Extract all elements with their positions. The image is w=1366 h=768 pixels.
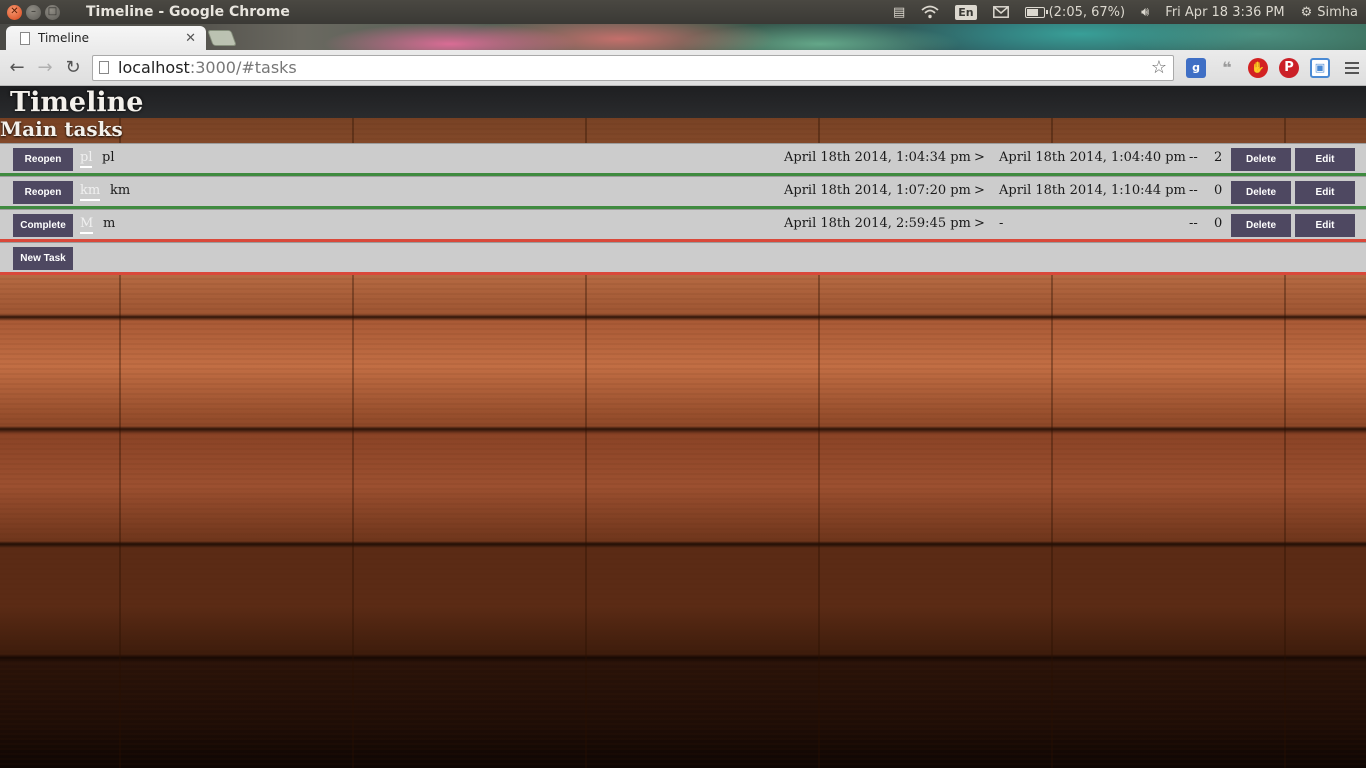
task-start-time: April 18th 2014, 2:59:45 pm — [784, 216, 971, 231]
page-content: Timeline Main tasks Reopen pl pl April 1… — [0, 86, 1366, 768]
task-start-time: April 18th 2014, 1:07:20 pm — [784, 183, 971, 198]
clock[interactable]: Fri Apr 18 3:36 PM — [1157, 0, 1292, 24]
task-count: 0 — [1214, 216, 1223, 231]
task-separator: -- — [1189, 150, 1198, 165]
task-row: Reopen km km April 18th 2014, 1:07:20 pm… — [0, 176, 1366, 209]
cast-extension-icon[interactable]: ▣ — [1310, 57, 1330, 78]
reopen-button[interactable]: Reopen — [13, 148, 73, 171]
app-title: Timeline — [10, 87, 144, 118]
star-icon[interactable]: ☆ — [1151, 57, 1167, 78]
delete-button[interactable]: Delete — [1231, 148, 1291, 171]
tab-strip: Timeline ✕ — [0, 24, 1366, 50]
task-arrow: > — [974, 216, 985, 231]
arrow-right-icon: → — [37, 57, 53, 78]
adblock-icon[interactable]: ✋ — [1248, 57, 1268, 78]
task-count: 0 — [1214, 183, 1223, 198]
delete-button[interactable]: Delete — [1231, 181, 1291, 204]
back-button[interactable]: ← — [6, 57, 28, 79]
wifi-icon[interactable] — [913, 0, 947, 24]
os-top-bar: ✕ – □ Timeline - Google Chrome ▤ En (2:0… — [0, 0, 1366, 24]
window-minimize-button[interactable]: – — [26, 4, 41, 20]
task-name: pl — [102, 150, 115, 165]
battery-indicator[interactable]: (2:05, 67%) — [1017, 0, 1134, 24]
hamburger-icon[interactable] — [1345, 61, 1359, 74]
battery-icon — [1024, 6, 1048, 18]
clipboard-icon[interactable]: ▤ — [885, 0, 913, 24]
task-name: m — [103, 216, 116, 231]
new-tab-button[interactable] — [207, 30, 237, 46]
battery-level-fill — [1026, 8, 1038, 16]
task-start-time: April 18th 2014, 1:04:34 pm — [784, 150, 971, 165]
complete-button[interactable]: Complete — [13, 214, 73, 237]
task-name: km — [110, 183, 131, 198]
task-arrow: > — [974, 150, 985, 165]
url-host: localhost — [118, 58, 190, 77]
task-separator: -- — [1189, 183, 1198, 198]
window-controls: ✕ – □ — [7, 4, 60, 20]
window-title: Timeline - Google Chrome — [86, 4, 290, 20]
browser-toolbar: ← → ↻ localhost:3000/#tasks ☆ g ❝ ✋ P ▣ — [0, 50, 1366, 86]
task-arrow: > — [974, 183, 985, 198]
new-task-row: New Task — [0, 242, 1366, 275]
keyboard-layout-indicator[interactable]: En — [947, 0, 984, 24]
keyboard-layout-label: En — [955, 4, 977, 20]
user-menu[interactable]: ⚙ Simha — [1293, 0, 1366, 24]
tab-timeline[interactable]: Timeline ✕ — [6, 26, 206, 50]
section-title: Main tasks — [0, 117, 123, 141]
tab-close-icon[interactable]: ✕ — [185, 31, 196, 46]
pinterest-icon[interactable]: P — [1279, 57, 1299, 78]
battery-text: (2:05, 67%) — [1048, 4, 1126, 20]
task-count: 2 — [1214, 150, 1223, 165]
google-extension-icon[interactable]: g — [1186, 57, 1206, 78]
user-name: Simha — [1317, 4, 1358, 20]
new-task-button[interactable]: New Task — [13, 247, 73, 270]
page-icon — [20, 31, 30, 45]
arrow-left-icon: ← — [9, 57, 25, 78]
task-end-time: - — [999, 216, 1004, 231]
task-short-label: M — [80, 216, 94, 234]
page-icon — [99, 61, 109, 74]
edit-button[interactable]: Edit — [1295, 214, 1355, 237]
reopen-button[interactable]: Reopen — [13, 181, 73, 204]
task-row: Complete M m April 18th 2014, 2:59:45 pm… — [0, 209, 1366, 242]
delete-button[interactable]: Delete — [1231, 214, 1291, 237]
address-bar[interactable]: localhost:3000/#tasks ☆ — [92, 54, 1174, 81]
edit-button[interactable]: Edit — [1295, 181, 1355, 204]
task-end-time: April 18th 2014, 1:10:44 pm — [999, 183, 1186, 198]
window-close-button[interactable]: ✕ — [7, 4, 22, 20]
extension-icons: g ❝ ✋ P ▣ — [1186, 57, 1359, 78]
url-path: :3000/#tasks — [189, 58, 297, 77]
volume-icon[interactable]: 🔊︎ — [1133, 0, 1157, 24]
gear-icon: ⚙ — [1300, 4, 1313, 20]
forward-button[interactable]: → — [34, 57, 56, 79]
task-short-label: pl — [80, 150, 93, 168]
app-header: Timeline — [0, 86, 1366, 118]
reload-icon: ↻ — [65, 57, 81, 78]
mail-icon[interactable] — [985, 0, 1017, 24]
reload-button[interactable]: ↻ — [62, 57, 84, 79]
hangouts-icon[interactable]: ❝ — [1217, 58, 1237, 78]
task-separator: -- — [1189, 216, 1198, 231]
window-maximize-button[interactable]: □ — [45, 4, 60, 20]
task-list: Reopen pl pl April 18th 2014, 1:04:34 pm… — [0, 143, 1366, 275]
task-row: Reopen pl pl April 18th 2014, 1:04:34 pm… — [0, 143, 1366, 176]
task-end-time: April 18th 2014, 1:04:40 pm — [999, 150, 1186, 165]
tab-title: Timeline — [38, 31, 90, 45]
edit-button[interactable]: Edit — [1295, 148, 1355, 171]
task-short-label: km — [80, 183, 101, 201]
system-tray: ▤ En (2:05, 67%) 🔊︎ Fri Apr 18 3:36 PM ⚙… — [885, 0, 1366, 24]
